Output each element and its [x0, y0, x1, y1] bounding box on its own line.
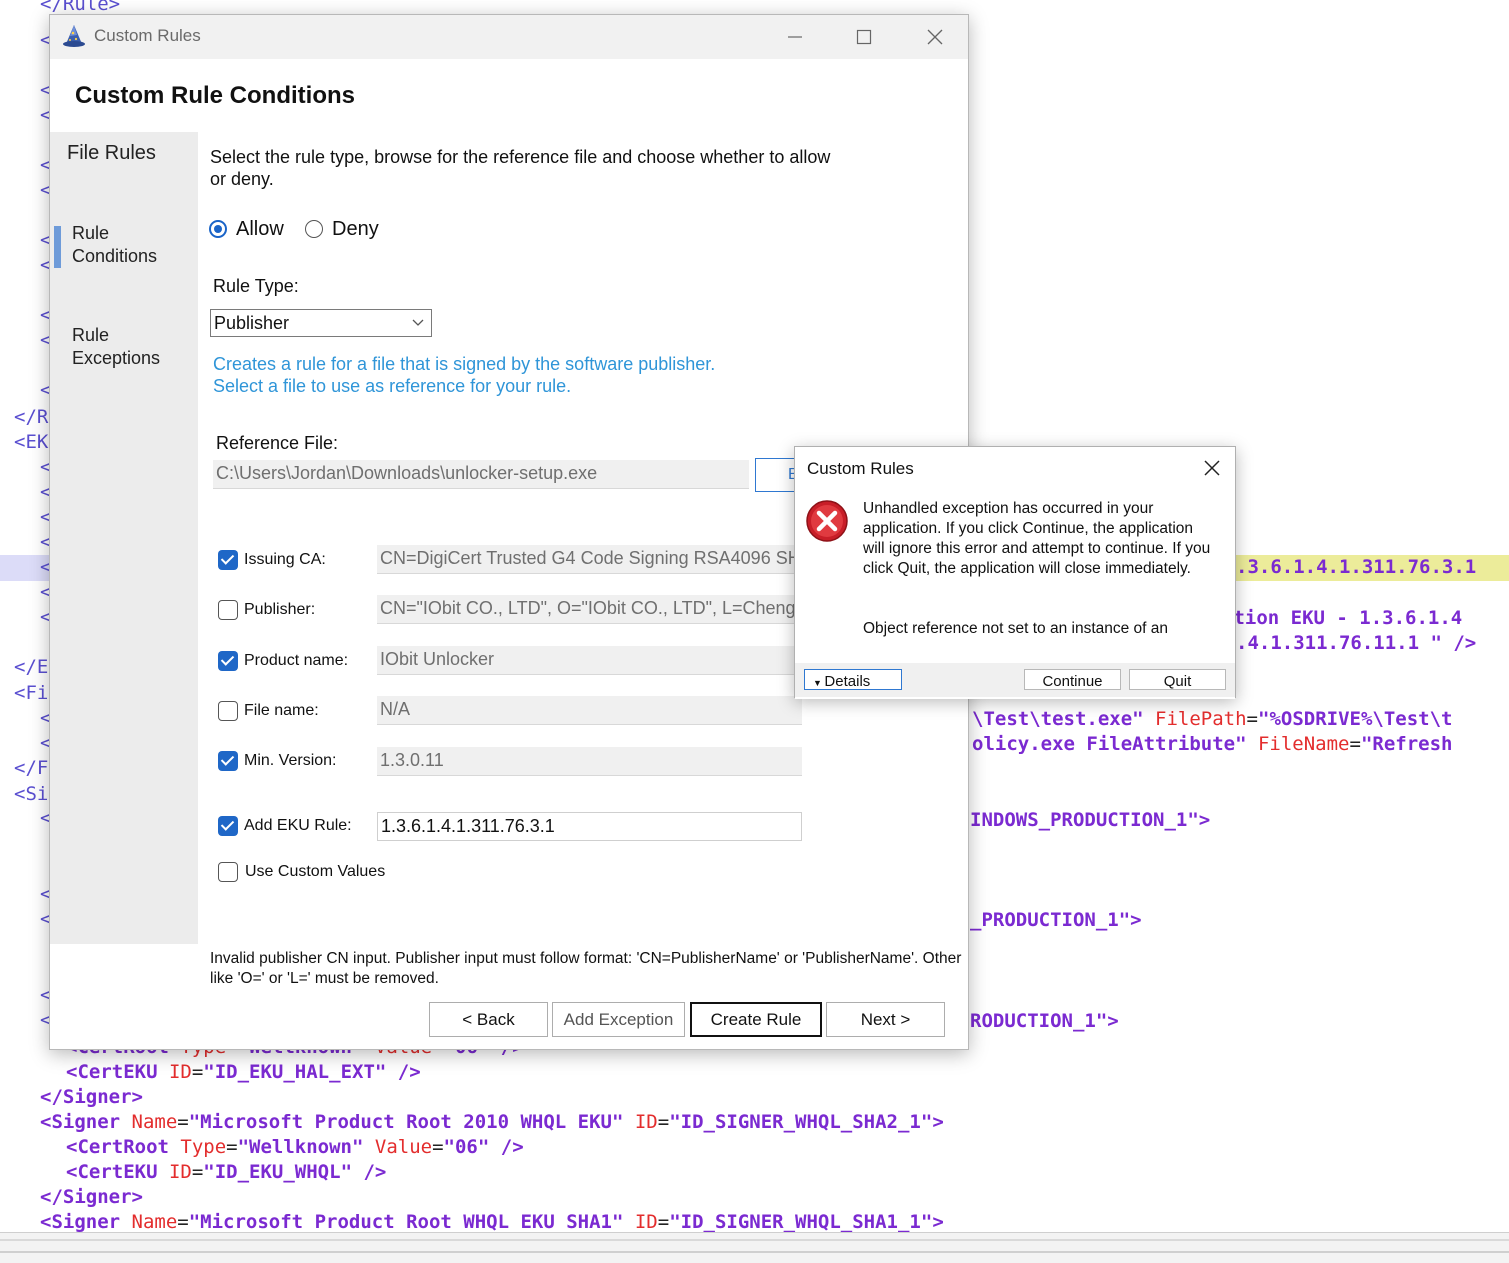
horizontal-scrollbar[interactable]	[0, 1232, 1509, 1263]
exception-close-button[interactable]	[1197, 453, 1227, 483]
sidebar-item-rule-conditions[interactable]: Rule Conditions	[72, 222, 157, 268]
gutter-fragment: </E	[14, 656, 49, 678]
maximize-icon	[856, 29, 872, 45]
min-version-label: Min. Version:	[244, 752, 337, 769]
xml-line: <Signer Name="Microsoft Product Root WHQ…	[40, 1211, 944, 1232]
publisher-label: Publisher:	[244, 601, 316, 618]
instruction-text: Select the rule type, browse for the ref…	[210, 147, 831, 189]
title-bar[interactable]: Custom Rules	[50, 15, 968, 59]
exception-message: Unhandled exception has occurred in your…	[863, 500, 1211, 577]
allow-radio[interactable]	[209, 220, 227, 238]
add-eku-field[interactable]: 1.3.6.1.4.1.311.76.3.1	[377, 812, 802, 841]
allow-label[interactable]: Allow	[236, 218, 284, 240]
hint-line-1: Creates a rule for a file that is signed…	[213, 354, 716, 374]
next-button[interactable]: Next >	[826, 1002, 945, 1037]
custom-values-label: Use Custom Values	[245, 863, 386, 880]
sidebar-item-file-rules[interactable]: File Rules	[67, 142, 156, 165]
product-name-checkbox[interactable]	[218, 651, 238, 671]
xml-line: INDOWS_PRODUCTION_1">	[970, 809, 1211, 831]
xml-line: _PRODUCTION_1">	[970, 909, 1142, 931]
window-title: Custom Rules	[94, 26, 201, 45]
gutter-fragment: </F	[14, 757, 49, 779]
reference-file-field[interactable]: C:\Users\Jordan\Downloads\unlocker-setup…	[213, 460, 749, 489]
reference-file-label: Reference File:	[216, 433, 339, 453]
close-button[interactable]	[912, 15, 958, 59]
rule-type-select[interactable]: Publisher	[210, 309, 432, 337]
file-name-label: File name:	[244, 702, 319, 719]
exception-dialog: Custom Rules Unhandled exception has occ…	[794, 446, 1236, 699]
close-icon	[1204, 460, 1220, 476]
xml-line: .3.6.1.4.1.311.76.3.1	[1236, 556, 1477, 578]
issuing-ca-field[interactable]: CN=DigiCert Trusted G4 Code Signing RSA4…	[377, 545, 802, 574]
caret-down-icon: ▼	[813, 678, 825, 688]
gutter-fragment: <Fi	[14, 682, 49, 704]
exception-title: Custom Rules	[807, 459, 914, 478]
xml-line: .4.1.311.76.11.1 " />	[1236, 632, 1477, 654]
hint-line-2: Select a file to use as reference for yo…	[213, 376, 572, 396]
product-name-label: Product name:	[244, 652, 349, 669]
xml-line: </Signer>	[40, 1086, 143, 1108]
publisher-field[interactable]: CN="IObit CO., LTD", O="IObit CO., LTD",…	[377, 595, 802, 624]
details-button[interactable]: ▼ Details	[804, 669, 902, 690]
close-icon	[927, 29, 943, 45]
back-button[interactable]: < Back	[429, 1002, 548, 1037]
publisher-checkbox[interactable]	[218, 600, 238, 620]
xml-line: <Signer Name="Microsoft Product Root 201…	[40, 1111, 944, 1133]
add-exception-button[interactable]: Add Exception	[552, 1002, 685, 1037]
xml-line: olicy.exe FileAttribute" FileName="Refre…	[972, 733, 1453, 755]
deny-radio[interactable]	[305, 220, 323, 238]
xml-line: <CertRoot Type="Wellknown" Value="06" />	[66, 1136, 524, 1158]
exception-detail: Object reference not set to an instance …	[863, 620, 1169, 637]
active-step-indicator	[54, 226, 61, 268]
gutter-fragment: <EK	[14, 431, 49, 453]
minimize-icon	[788, 36, 802, 38]
add-eku-checkbox[interactable]	[218, 816, 238, 836]
file-name-field[interactable]: N/A	[377, 696, 802, 725]
file-name-checkbox[interactable]	[218, 701, 238, 721]
xml-line: ation EKU - 1.3.6.1.4	[1222, 607, 1463, 629]
continue-button[interactable]: Continue	[1024, 669, 1121, 690]
issuing-ca-label: Issuing CA:	[244, 551, 326, 568]
xml-line: <CertEKU ID="ID_EKU_WHQL" />	[66, 1161, 387, 1183]
gutter-fragment: <Si	[14, 783, 49, 805]
add-eku-label: Add EKU Rule:	[244, 817, 352, 834]
minimize-button[interactable]	[772, 15, 818, 59]
exception-title-bar[interactable]: Custom Rules	[795, 447, 1235, 489]
wizard-sidebar: File Rules Rule Conditions Rule Exceptio…	[50, 132, 198, 944]
chevron-down-icon	[412, 319, 424, 326]
xml-line: </Signer>	[40, 1186, 143, 1208]
custom-values-checkbox[interactable]	[218, 862, 238, 882]
error-icon	[806, 500, 848, 542]
rule-type-value: Publisher	[214, 313, 290, 333]
xml-line: \Test\test.exe" FilePath="%OSDRIVE%\Test…	[972, 708, 1453, 730]
quit-button[interactable]: Quit	[1129, 669, 1226, 690]
page-heading: Custom Rule Conditions	[75, 82, 355, 109]
xml-line: RODUCTION_1">	[970, 1010, 1119, 1032]
maximize-button[interactable]	[841, 15, 887, 59]
deny-label[interactable]: Deny	[332, 218, 379, 240]
validation-error-message: Invalid publisher CN input. Publisher in…	[210, 950, 962, 987]
gutter-fragment: </R	[14, 406, 49, 428]
min-version-checkbox[interactable]	[218, 751, 238, 771]
xml-line: <CertEKU ID="ID_EKU_HAL_EXT" />	[66, 1061, 421, 1083]
create-rule-button[interactable]: Create Rule	[690, 1002, 822, 1037]
rule-type-label: Rule Type:	[213, 276, 299, 296]
product-name-field[interactable]: IObit Unlocker	[377, 646, 802, 675]
issuing-ca-checkbox[interactable]	[218, 550, 238, 570]
min-version-field[interactable]: 1.3.0.11	[377, 747, 802, 776]
sidebar-item-rule-exceptions[interactable]: Rule Exceptions	[72, 324, 160, 370]
wizard-hat-icon	[63, 25, 85, 47]
